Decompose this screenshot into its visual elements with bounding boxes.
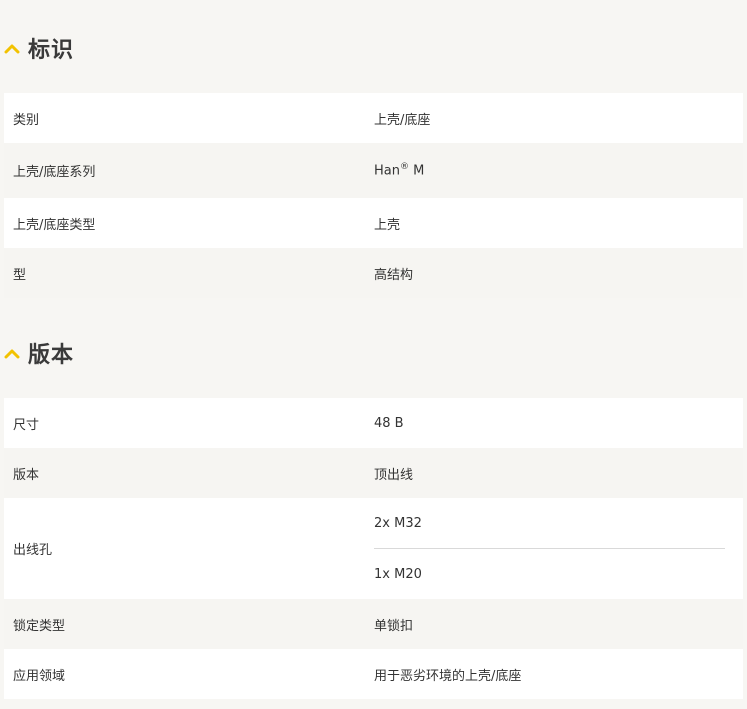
row-value: 顶出线 bbox=[374, 467, 414, 483]
spec-table-version: 尺寸 48 B 版本 顶出线 出线孔 2x M32 1x M20 锁定类型 单锁… bbox=[4, 398, 743, 699]
row-value: 上壳 bbox=[374, 217, 401, 233]
section-title: 版本 bbox=[28, 343, 75, 368]
row-value: 2x M32 bbox=[374, 515, 422, 531]
section-header-identification[interactable]: 标识 bbox=[4, 33, 74, 63]
row-label: 型 bbox=[13, 267, 27, 283]
row-value-list: 2x M32 1x M20 bbox=[374, 498, 743, 599]
table-row: 上壳/底座类型 上壳 bbox=[4, 198, 743, 248]
row-label: 尺寸 bbox=[13, 417, 40, 433]
table-row: 出线孔 2x M32 1x M20 bbox=[4, 498, 743, 599]
row-label: 应用领域 bbox=[13, 668, 66, 684]
table-row: 类别 上壳/底座 bbox=[4, 93, 743, 143]
section-header-version[interactable]: 版本 bbox=[4, 338, 74, 368]
chevron-up-icon[interactable] bbox=[4, 42, 20, 54]
row-value: 上壳/底座 bbox=[374, 112, 431, 128]
row-label: 出线孔 bbox=[13, 543, 53, 558]
chevron-up-icon[interactable] bbox=[4, 347, 20, 359]
row-value: 单锁扣 bbox=[374, 618, 414, 634]
row-label: 上壳/底座类型 bbox=[13, 217, 96, 233]
table-row: 型 高结构 bbox=[4, 248, 743, 298]
row-value: 用于恶劣环境的上壳/底座 bbox=[374, 668, 522, 684]
spec-table-identification: 类别 上壳/底座 上壳/底座系列 Han® M 上壳/底座类型 上壳 型 高结构 bbox=[4, 93, 743, 298]
row-label: 上壳/底座系列 bbox=[13, 165, 96, 180]
row-label: 类别 bbox=[13, 112, 40, 128]
table-row: 应用领域 用于恶劣环境的上壳/底座 bbox=[4, 649, 743, 699]
registered-mark: ® bbox=[399, 162, 409, 173]
value-suffix: M bbox=[408, 163, 425, 179]
section-title: 标识 bbox=[28, 38, 75, 63]
table-row: 尺寸 48 B bbox=[4, 398, 743, 448]
row-value: 1x M20 bbox=[374, 566, 422, 582]
row-label: 版本 bbox=[13, 467, 40, 483]
table-row: 锁定类型 单锁扣 bbox=[4, 599, 743, 649]
row-value: Han® M bbox=[374, 162, 743, 178]
row-label: 锁定类型 bbox=[13, 618, 66, 634]
value-text: Han bbox=[374, 163, 400, 179]
row-value: 高结构 bbox=[374, 267, 414, 283]
table-row: 版本 顶出线 bbox=[4, 448, 743, 498]
table-row: 上壳/底座系列 Han® M bbox=[4, 143, 743, 198]
row-value: 48 B bbox=[374, 415, 404, 431]
